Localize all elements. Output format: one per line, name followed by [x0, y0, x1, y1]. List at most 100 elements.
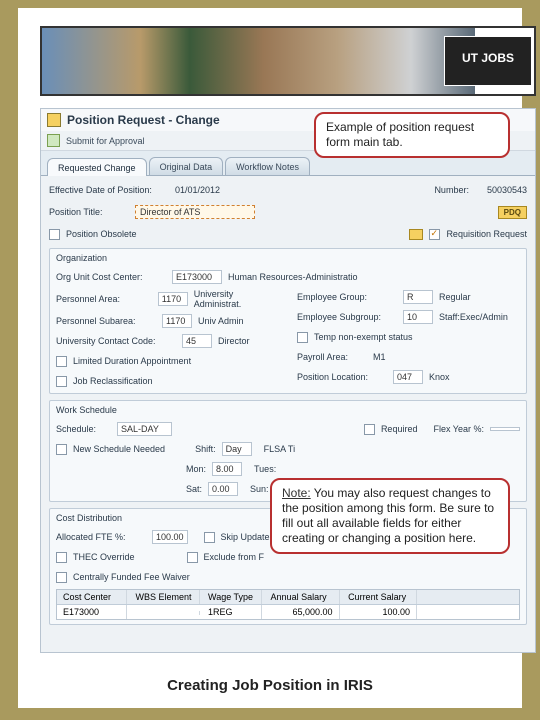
employee-group-input[interactable]: R	[403, 290, 433, 304]
job-reclass-checkbox[interactable]	[56, 376, 67, 387]
exclude-from-checkbox[interactable]	[187, 552, 198, 563]
pdq-button[interactable]: PDQ	[498, 206, 527, 219]
requisition-warning-icon	[409, 229, 423, 240]
banner-photo-collage	[42, 28, 444, 94]
payroll-area-label: Payroll Area:	[297, 352, 367, 362]
submit-icon[interactable]	[47, 134, 60, 147]
personnel-subarea-input[interactable]: 1170	[162, 314, 192, 328]
slide-caption: Creating Job Position in IRIS	[18, 677, 522, 694]
sun-label: Sun:	[250, 484, 269, 494]
temp-nonexempt-label: Temp non-exempt status	[314, 332, 413, 342]
effective-date-value: 01/01/2012	[175, 185, 245, 195]
tab-original-data[interactable]: Original Data	[149, 157, 224, 175]
tue-label: Tues:	[254, 464, 276, 474]
univ-contact-code-label: University Contact Code:	[56, 336, 176, 346]
window-title: Position Request - Change	[67, 113, 220, 127]
organization-title: Organization	[56, 253, 520, 263]
employee-subgroup-desc: Staff:Exec/Admin	[439, 312, 508, 322]
schedule-label: Schedule:	[56, 424, 111, 434]
org-cost-center-desc: Human Resources-Administratio	[228, 272, 358, 282]
callout-main-tab: Example of position request form main ta…	[314, 112, 510, 158]
col-annual-salary: Annual Salary	[265, 590, 340, 604]
position-obsolete-checkbox[interactable]	[49, 229, 60, 240]
tab-workflow-notes[interactable]: Workflow Notes	[225, 157, 310, 175]
tab-requested-change[interactable]: Requested Change	[47, 158, 147, 176]
flsa-label: FLSA Ti	[264, 444, 296, 454]
new-schedule-checkbox[interactable]	[56, 444, 67, 455]
shift-select[interactable]: Day	[222, 442, 252, 456]
note-label: Note:	[282, 486, 311, 500]
number-value: 50030543	[487, 185, 527, 195]
employee-subgroup-label: Employee Subgroup:	[297, 312, 397, 322]
required-label: Required	[381, 424, 418, 434]
iris-app-window: Position Request - Change Submit for App…	[40, 108, 536, 653]
employee-group-desc: Regular	[439, 292, 471, 302]
position-title-label: Position Title:	[49, 207, 129, 217]
position-location-label: Position Location:	[297, 372, 387, 382]
personnel-area-input[interactable]: 1170	[158, 292, 188, 306]
employee-group-label: Employee Group:	[297, 292, 397, 302]
cell-wage-type: 1REG	[202, 605, 262, 619]
flex-year-label: Flex Year %:	[433, 424, 484, 434]
position-request-icon	[47, 113, 61, 127]
personnel-area-label: Personnel Area:	[56, 294, 152, 304]
header-banner: UT JOBS	[40, 26, 536, 96]
note-text: You may also request changes to the posi…	[282, 486, 494, 545]
position-title-input[interactable]: Director of ATS	[135, 205, 255, 219]
sat-input[interactable]: 0.00	[208, 482, 238, 496]
cell-wbs	[130, 611, 200, 615]
col-current-salary: Current Salary	[342, 590, 417, 604]
thec-override-checkbox[interactable]	[56, 552, 67, 563]
col-wbs-element: WBS Element	[130, 590, 200, 604]
job-reclass-label: Job Reclassification	[73, 376, 153, 386]
position-location-desc: Knox	[429, 372, 450, 382]
table-row[interactable]: E173000 1REG 65,000.00 100.00	[57, 605, 519, 619]
allocated-fte-input[interactable]: 100.00	[152, 530, 188, 544]
col-wage-type: Wage Type	[202, 590, 262, 604]
limited-duration-checkbox[interactable]	[56, 356, 67, 367]
callout-note: Note: You may also request changes to th…	[270, 478, 510, 554]
work-schedule-title: Work Schedule	[56, 405, 520, 415]
univ-contact-code-input[interactable]: 45	[182, 334, 212, 348]
org-cost-center-label: Org Unit Cost Center:	[56, 272, 166, 282]
thec-override-label: THEC Override	[73, 552, 135, 562]
new-schedule-label: New Schedule Needed	[73, 444, 165, 454]
sat-label: Sat:	[186, 484, 202, 494]
col-cost-center: Cost Center	[57, 590, 127, 604]
number-label: Number:	[434, 185, 469, 195]
required-checkbox[interactable]	[364, 424, 375, 435]
slide-page: UT JOBS Position Request - Change Submit…	[18, 8, 522, 708]
centrally-funded-checkbox[interactable]	[56, 572, 67, 583]
requisition-request-checkbox[interactable]	[429, 229, 440, 240]
skip-update-checkbox[interactable]	[204, 532, 215, 543]
allocated-fte-label: Allocated FTE %:	[56, 532, 146, 542]
form-body: Effective Date of Position: 01/01/2012 N…	[41, 176, 535, 631]
mon-label: Mon:	[186, 464, 206, 474]
univ-contact-code-desc: Director	[218, 336, 250, 346]
organization-panel: Organization Org Unit Cost Center: E1730…	[49, 248, 527, 394]
exclude-from-label: Exclude from F	[204, 552, 265, 562]
personnel-subarea-desc: Univ Admin	[198, 316, 244, 326]
cost-table: Cost Center WBS Element Wage Type Annual…	[56, 589, 520, 620]
shift-label: Shift:	[195, 444, 216, 454]
personnel-area-desc: University Administrat.	[194, 289, 279, 309]
schedule-input[interactable]: SAL-DAY	[117, 422, 172, 436]
limited-duration-label: Limited Duration Appointment	[73, 356, 191, 366]
cell-current-salary: 100.00	[342, 605, 417, 619]
cell-annual-salary: 65,000.00	[265, 605, 340, 619]
temp-nonexempt-checkbox[interactable]	[297, 332, 308, 343]
personnel-subarea-label: Personnel Subarea:	[56, 316, 156, 326]
employee-subgroup-input[interactable]: 10	[403, 310, 433, 324]
payroll-area-value: M1	[373, 352, 386, 362]
position-location-input[interactable]: 047	[393, 370, 423, 384]
org-cost-center-input[interactable]: E173000	[172, 270, 222, 284]
effective-date-label: Effective Date of Position:	[49, 185, 169, 195]
mon-input[interactable]: 8.00	[212, 462, 242, 476]
utjobs-logo: UT JOBS	[444, 36, 532, 86]
centrally-funded-label: Centrally Funded Fee Waiver	[73, 572, 190, 582]
submit-for-approval-button[interactable]: Submit for Approval	[66, 136, 145, 146]
cell-cost-center: E173000	[57, 605, 127, 619]
callout-main-text: Example of position request form main ta…	[326, 120, 474, 149]
position-obsolete-label: Position Obsolete	[66, 229, 137, 239]
flex-year-input[interactable]	[490, 427, 520, 431]
